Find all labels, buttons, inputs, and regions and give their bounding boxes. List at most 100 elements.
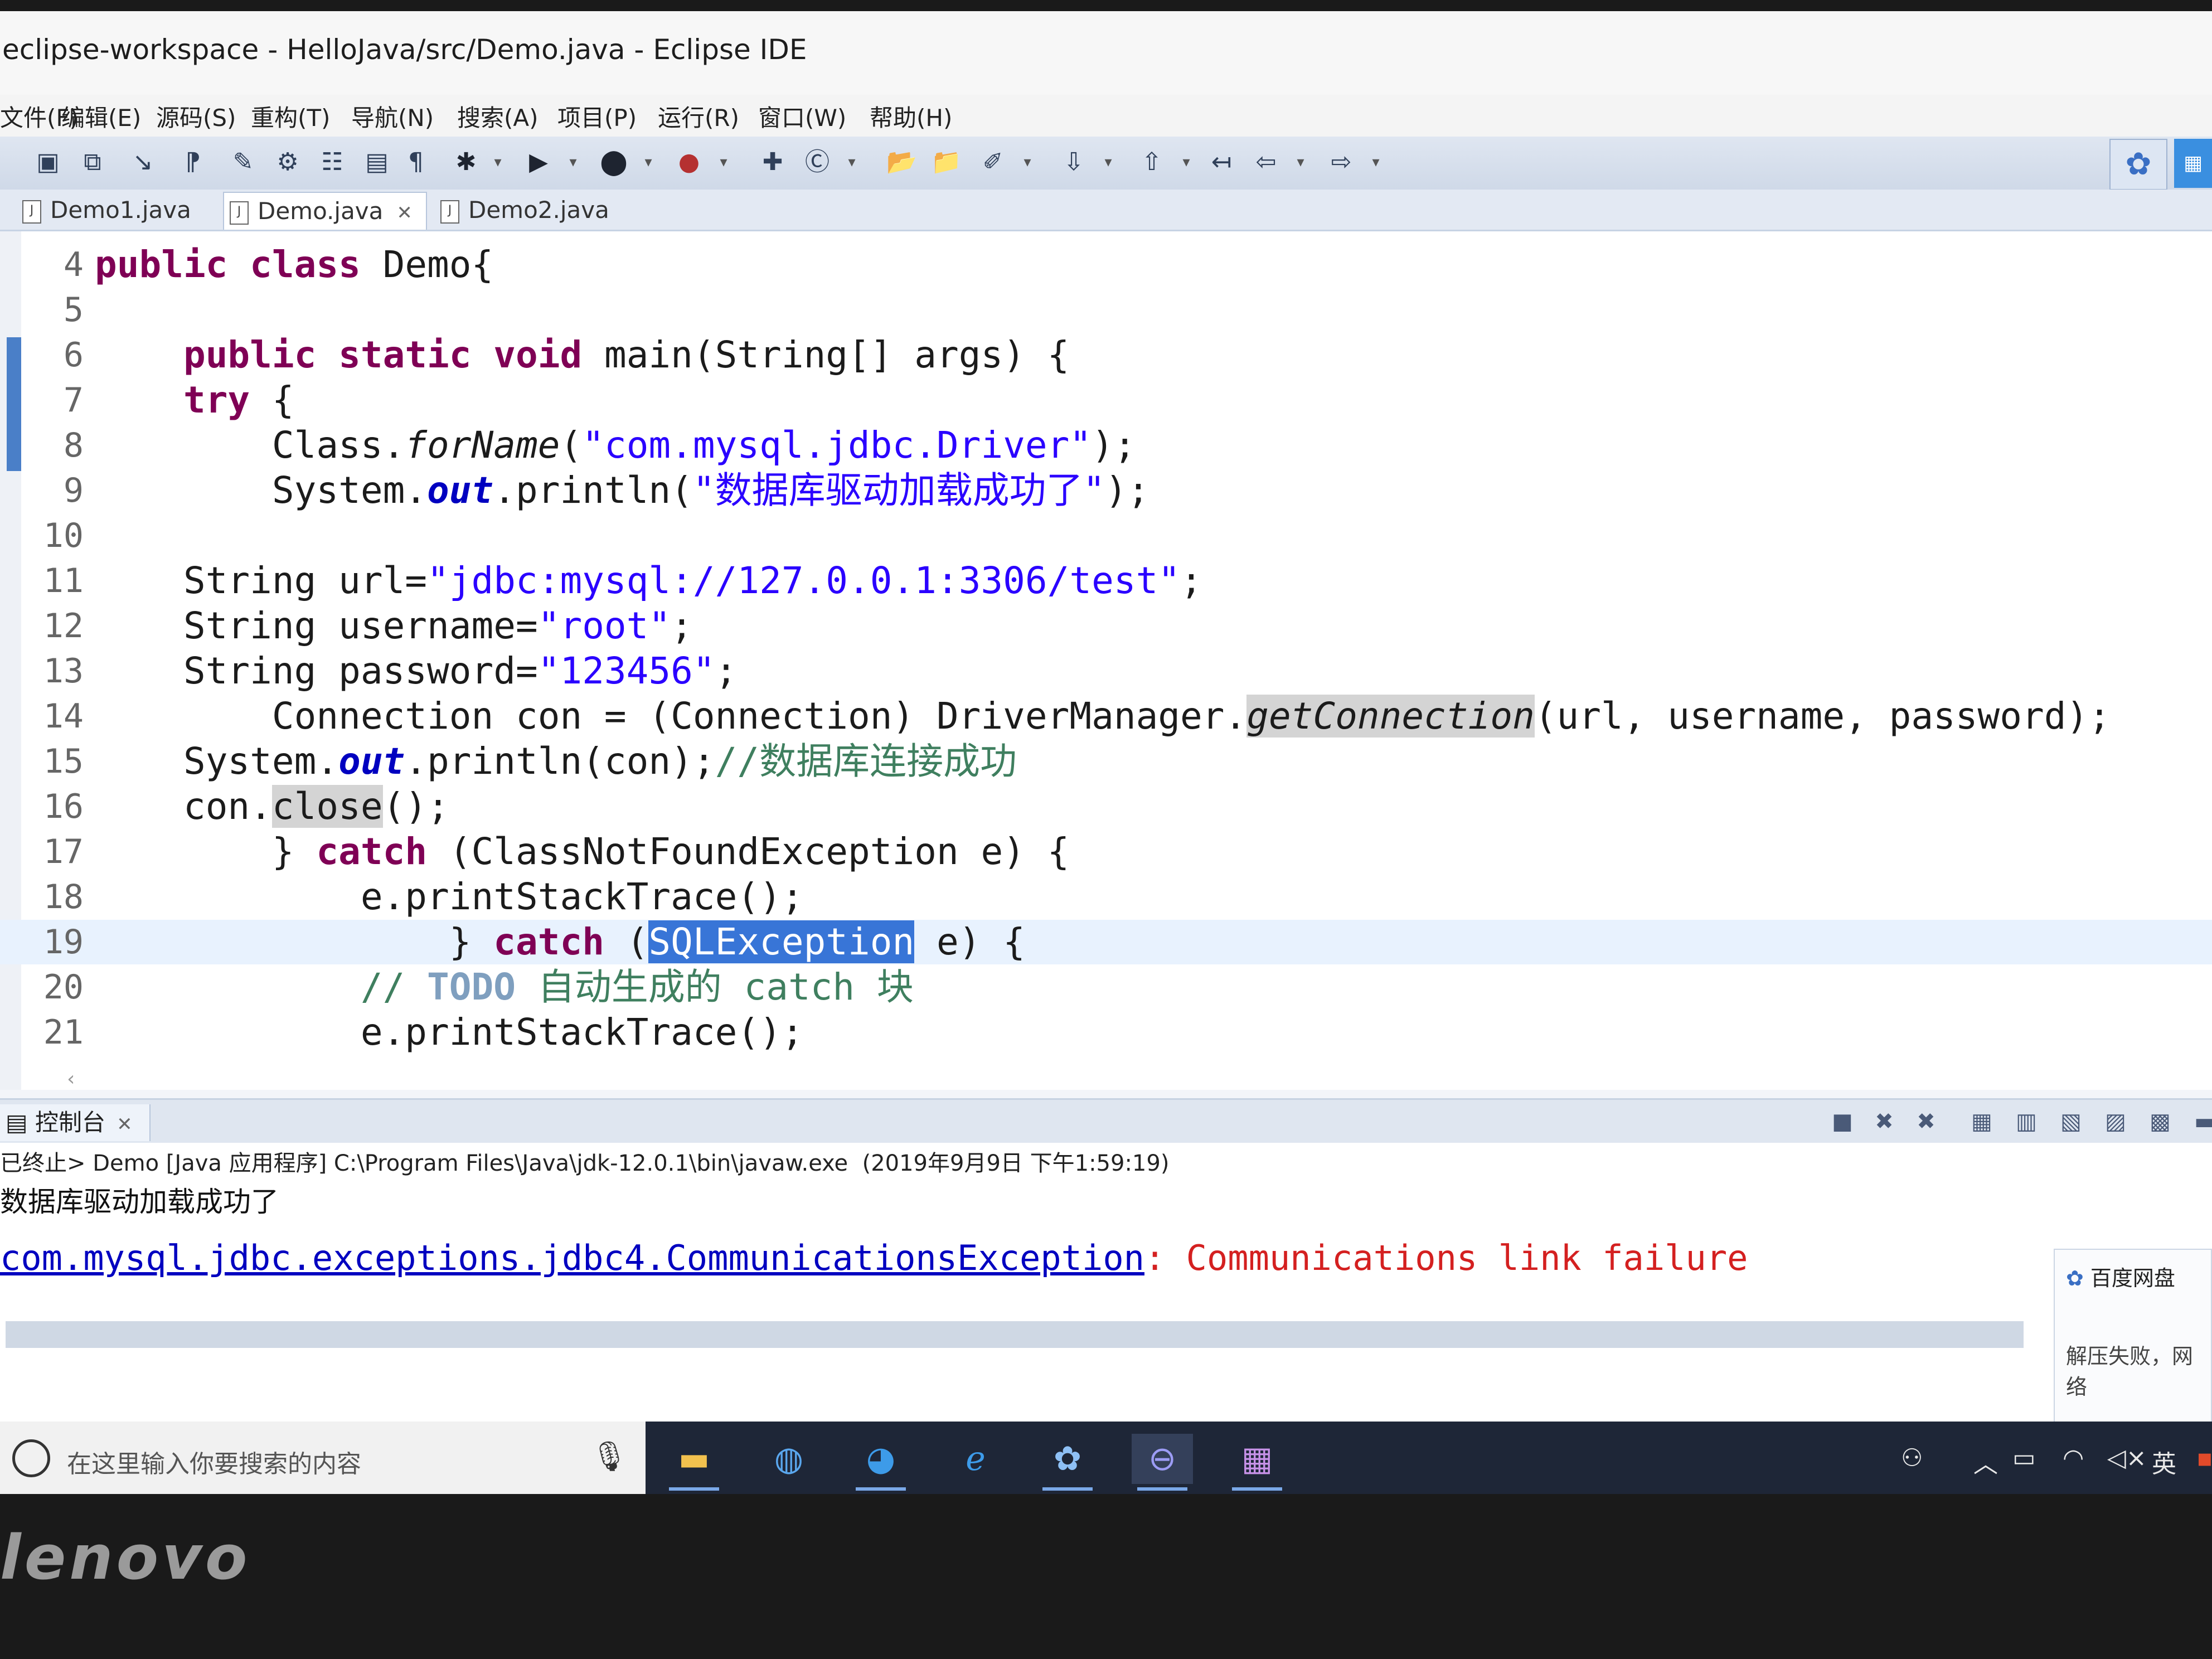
ime-indicator[interactable]: 英 xyxy=(2152,1444,2176,1479)
run-icon[interactable]: ▶ xyxy=(524,148,553,177)
close-tab-icon[interactable]: ✕ xyxy=(396,202,413,224)
pin-console-icon[interactable]: ▨ xyxy=(2102,1108,2129,1136)
code-line[interactable]: 10 xyxy=(0,513,2212,558)
edge-icon[interactable]: ℯ xyxy=(945,1434,1006,1484)
new-java-project-icon[interactable]: ✚ xyxy=(758,148,787,177)
console-horizontal-scrollbar[interactable] xyxy=(6,1321,2024,1348)
ime-app-icon[interactable]: ▪ xyxy=(2196,1444,2212,1472)
quark-browser-icon[interactable]: ◕ xyxy=(850,1434,911,1491)
baidu-netdisk-perspective-icon[interactable]: ✿ xyxy=(2109,139,2167,190)
previous-annotation-icon[interactable]: ⇧ xyxy=(1137,148,1166,177)
perspective-button[interactable]: ▦ xyxy=(2174,139,2212,188)
save-icon[interactable]: ▣ xyxy=(33,148,62,177)
menu-item[interactable]: 源码(S) xyxy=(156,99,236,133)
forward-dropdown-icon[interactable]: ▾ xyxy=(1369,148,1383,177)
eclipse-icon[interactable]: ⊖ xyxy=(1132,1434,1193,1491)
save-all-icon[interactable]: ⧉ xyxy=(78,148,107,177)
code-editor[interactable]: ‹ 4 public class Demo{5 6 public static vo… xyxy=(0,231,2212,1090)
clear-console-icon[interactable]: ▦ xyxy=(1968,1108,1996,1136)
code-line[interactable]: 5 xyxy=(0,288,2212,332)
remove-all-terminated-icon[interactable]: ✖ xyxy=(1912,1108,1940,1136)
minimize-icon[interactable]: ▬ xyxy=(2191,1108,2212,1136)
tab-console[interactable]: ▤ 控制台 ✕ xyxy=(0,1104,151,1141)
scroll-lock-icon[interactable]: ▥ xyxy=(2012,1108,2040,1136)
menu-item[interactable]: 编辑(E) xyxy=(61,99,141,133)
refactor-icon[interactable]: ⚙ xyxy=(273,148,302,177)
code-line[interactable]: 16 con.close(); xyxy=(0,784,2212,829)
open-task-icon[interactable]: 📁 xyxy=(931,148,962,177)
run-dropdown-icon[interactable]: ▾ xyxy=(566,148,580,177)
code-line[interactable]: 7 try { xyxy=(0,378,2212,423)
last-edit-icon[interactable]: ↤ xyxy=(1207,148,1236,177)
menu-item[interactable]: 窗口(W) xyxy=(758,99,846,133)
code-line[interactable]: 15 System.out.println(con);//数据库连接成功 xyxy=(0,739,2212,784)
wifi-icon[interactable]: ◠ xyxy=(2063,1444,2084,1472)
code-line[interactable]: 21 e.printStackTrace(); xyxy=(0,1010,2212,1055)
previous-annotation-dropdown-icon[interactable]: ▾ xyxy=(1179,148,1194,177)
back-icon[interactable]: ⇦ xyxy=(1251,148,1280,177)
winrar-icon[interactable]: ▦ xyxy=(1226,1434,1288,1491)
console-output[interactable]: 已终止> Demo [Java 应用程序] C:\Program Files\J… xyxy=(0,1143,2212,1422)
code-line[interactable]: 18 e.printStackTrace(); xyxy=(0,875,2212,919)
display-console-icon[interactable]: ▩ xyxy=(2146,1108,2174,1136)
coverage-dropdown-icon[interactable]: ▾ xyxy=(641,148,656,177)
new-dropdown-icon[interactable]: ▾ xyxy=(845,148,859,177)
menu-item[interactable]: 搜索(A) xyxy=(457,99,539,133)
code-line[interactable]: 13 String password="123456"; xyxy=(0,649,2212,693)
cortana-icon[interactable] xyxy=(12,1439,50,1477)
debug-icon[interactable]: ✱ xyxy=(452,148,481,177)
battery-icon[interactable]: ▭ xyxy=(2012,1444,2036,1472)
forward-icon[interactable]: ⇨ xyxy=(1327,148,1356,177)
volume-muted-icon[interactable]: ◁× xyxy=(2107,1444,2147,1472)
taskbar-search[interactable]: 在这里输入你要搜索的内容 🎙 xyxy=(0,1422,646,1494)
netdisk-notification[interactable]: ✿ 百度网盘 解压失败，网络 xyxy=(2054,1249,2212,1440)
code-line[interactable]: 11 String url="jdbc:mysql://127.0.0.1:33… xyxy=(0,559,2212,603)
quick-access-icon[interactable]: ⁋ xyxy=(178,148,207,177)
people-icon[interactable]: ⚇ xyxy=(1901,1444,1923,1472)
code-line[interactable]: 20 // TODO 自动生成的 catch 块 xyxy=(0,965,2212,1010)
microphone-icon[interactable]: 🎙 xyxy=(591,1439,628,1473)
code-line[interactable]: 14 Connection con = (Connection) DriverM… xyxy=(0,694,2212,739)
code-line[interactable]: 6 public static void main(String[] args)… xyxy=(0,333,2212,377)
show-whitespace-icon[interactable]: ¶ xyxy=(401,148,430,177)
external-tools-icon[interactable]: ● xyxy=(675,148,704,177)
coverage-icon[interactable]: ⬤ xyxy=(599,148,628,177)
open-type-icon[interactable]: 📂 xyxy=(886,148,917,177)
back-dropdown-icon[interactable]: ▾ xyxy=(1293,148,1308,177)
menu-item[interactable]: 重构(T) xyxy=(251,99,330,133)
code-line[interactable]: 12 String username="root"; xyxy=(0,604,2212,648)
tab-demo[interactable]: J Demo.java ✕ xyxy=(223,192,427,230)
code-line[interactable]: 19 } catch (SQLException e) { xyxy=(0,920,2212,964)
menu-item[interactable]: 项目(P) xyxy=(557,99,637,133)
browser-360-icon[interactable]: ◍ xyxy=(758,1434,819,1484)
menu-item[interactable]: 运行(R) xyxy=(658,99,739,133)
exception-link[interactable]: com.mysql.jdbc.exceptions.jdbc4.Communic… xyxy=(0,1238,1144,1278)
baidu-netdisk-icon[interactable]: ✿ xyxy=(1037,1434,1098,1491)
new-class-icon[interactable]: Ⓒ xyxy=(803,148,832,177)
tab-demo2[interactable]: J Demo2.java xyxy=(435,192,623,229)
pencil-icon[interactable]: ✎ xyxy=(229,148,258,177)
menu-item[interactable]: 帮助(H) xyxy=(870,99,952,133)
code-line[interactable]: 8 Class.forName("com.mysql.jdbc.Driver")… xyxy=(0,423,2212,468)
next-annotation-dropdown-icon[interactable]: ▾ xyxy=(1101,148,1115,177)
file-explorer-icon[interactable]: ▬ xyxy=(663,1434,725,1491)
block-select-icon[interactable]: ▤ xyxy=(362,148,391,177)
code-line[interactable]: 4 public class Demo{ xyxy=(0,242,2212,287)
close-console-icon[interactable]: ✕ xyxy=(117,1113,133,1136)
next-annotation-icon[interactable]: ⇩ xyxy=(1059,148,1088,177)
search-icon[interactable]: ✐ xyxy=(978,148,1007,177)
terminate-icon[interactable]: ■ xyxy=(1828,1108,1856,1136)
properties-icon[interactable]: ☷ xyxy=(318,148,347,177)
show-hidden-icons-icon[interactable]: ︿ xyxy=(1973,1444,1998,1479)
remove-launch-icon[interactable]: ✖ xyxy=(1870,1108,1898,1136)
horizontal-scrollbar[interactable]: ‹ xyxy=(67,1068,2074,1090)
toggle-mark-icon[interactable]: ↘ xyxy=(128,148,157,177)
code-line[interactable]: 17 } catch (ClassNotFoundException e) { xyxy=(0,830,2212,874)
code-line[interactable]: 9 System.out.println("数据库驱动加载成功了"); xyxy=(0,468,2212,513)
tab-demo1[interactable]: J Demo1.java xyxy=(17,192,205,229)
external-tools-dropdown-icon[interactable]: ▾ xyxy=(716,148,731,177)
word-wrap-icon[interactable]: ▧ xyxy=(2057,1108,2085,1136)
debug-dropdown-icon[interactable]: ▾ xyxy=(491,148,505,177)
search-dropdown-icon[interactable]: ▾ xyxy=(1020,148,1035,177)
menu-item[interactable]: 导航(N) xyxy=(351,99,434,133)
